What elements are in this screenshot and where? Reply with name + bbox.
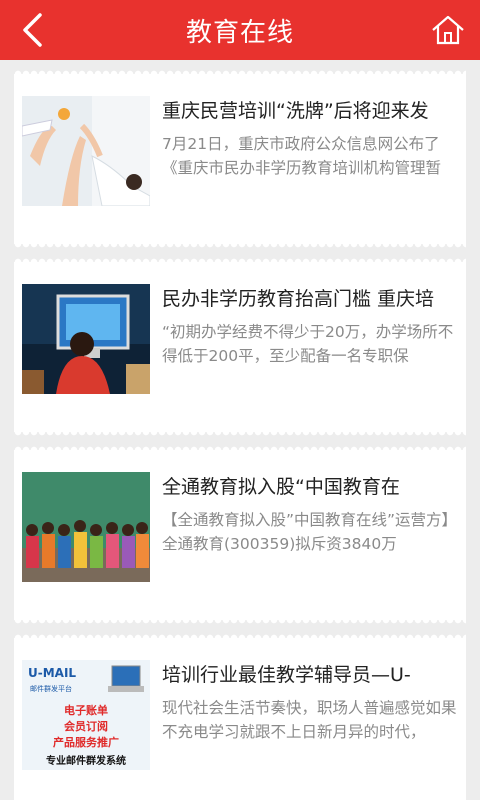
article-title: 培训行业最佳教学辅导员—U- [162,664,411,686]
page-title: 教育在线 [185,17,294,48]
article-title: 全通教育拟入股“中国教育在 [162,476,400,498]
article-summary: 【全通教育拟入股”中国教育在线”运营方】全通教育(300359)拟斥资3840万 [162,511,458,553]
back-chevron-icon [23,13,42,47]
laptop-icon [108,665,144,692]
article-card[interactable]: U-MAIL 邮件群发平台 电子账单 会员订阅 产品服务推广 专业邮件群发系统 … [14,632,466,800]
article-title: 民办非学历教育抬高门槛 重庆培 [162,288,435,310]
thumb-line-1: 电子账单 [64,704,108,717]
article-summary: 现代社会生活节奏快，职场人普遍感觉如果不充电学习就跟不上日新月异的时代， [162,699,457,741]
thumb-line-2: 会员订阅 [64,720,108,733]
article-card[interactable]: 重庆民营培训“洗牌”后将迎来发 7月21日，重庆市政府公众信息网公布了《重庆市民… [14,68,466,250]
article-card[interactable]: 民办非学历教育抬高门槛 重庆培 “初期办学经费不得少于20万，办学场所不得低于2… [14,256,466,438]
article-card[interactable]: 全通教育拟入股“中国教育在 【全通教育拟入股”中国教育在线”运营方】全通教育(3… [14,444,466,626]
umail-logo: U-MAIL [28,666,77,680]
article-thumbnail [22,472,150,582]
thumb-line-4: 专业邮件群发系统 [46,756,126,767]
article-thumbnail [22,284,150,394]
thumb-line-3: 产品服务推广 [53,736,119,749]
article-title: 重庆民营培训“洗牌”后将迎来发 [162,100,429,122]
article-summary: 7月21日，重庆市政府公众信息网公布了《重庆市民办非学历教育培训机构管理暂 [162,135,442,177]
umail-subtitle: 邮件群发平台 [30,685,72,693]
article-summary: “初期办学经费不得少于20万，办学场所不得低于200平，至少配备一名专职保 [162,323,454,365]
home-icon [432,15,464,45]
back-button[interactable] [10,8,54,52]
article-list[interactable]: 重庆民营培训“洗牌”后将迎来发 7月21日，重庆市政府公众信息网公布了《重庆市民… [0,60,480,800]
home-button[interactable] [424,8,472,52]
article-thumbnail: U-MAIL 邮件群发平台 电子账单 会员订阅 产品服务推广 专业邮件群发系统 [22,660,150,770]
article-thumbnail [22,96,150,206]
top-navigation-bar: 教育在线 [0,0,480,60]
